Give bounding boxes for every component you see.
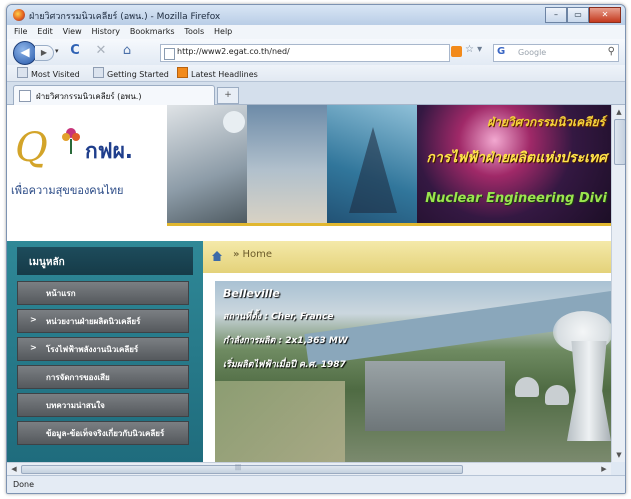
window-title: ฝ่ายวิศวกรรมนิวเคลียร์ (อพน.) - Mozilla …: [29, 12, 221, 22]
main-menu-header: เมนูหลัก: [17, 247, 193, 275]
tab-active[interactable]: ฝ่ายวิศวกรรมนิวเคลียร์ (อพน.): [13, 85, 215, 105]
reactor-dome: [545, 385, 569, 405]
plant-start-year: เริ่มผลิตไฟฟ้าเมื่อปี ค.ศ. 1987: [223, 360, 346, 370]
horizontal-scroll-thumb[interactable]: [21, 465, 463, 474]
stop-icon[interactable]: ✕: [93, 43, 109, 59]
back-button[interactable]: ◀: [13, 41, 37, 65]
page-icon: [93, 67, 104, 78]
breadcrumb: » Home: [203, 241, 611, 273]
scroll-down-arrow[interactable]: ▼: [613, 449, 625, 461]
banner-title-thai: ฝ่ายวิศวกรรมนิวเคลียร์: [487, 115, 605, 129]
bookmark-star-icon[interactable]: ☆ ▾: [465, 44, 482, 55]
menu-item-nuclear-plants[interactable]: > โรงไฟฟ้าพลังงานนิวเคลียร์: [17, 337, 189, 361]
rss-icon: [177, 67, 188, 78]
logo-org-name: กฟผ.: [85, 139, 133, 163]
menu-help[interactable]: Help: [214, 25, 232, 39]
maximize-button[interactable]: ▭: [567, 7, 589, 23]
url-text[interactable]: http://www2.egat.co.th/ned/: [177, 47, 290, 56]
forward-button[interactable]: ▶: [35, 45, 54, 61]
featured-plant-photo: Belleville สถานที่ตั้ง : Cher, France กำ…: [215, 281, 611, 462]
page-icon: [164, 48, 175, 60]
cooling-tower: [567, 341, 611, 441]
browser-window: ฝ่ายวิศวกรรมนิวเคลียร์ (อพน.) - Mozilla …: [6, 4, 626, 494]
search-input[interactable]: G Google ⚲: [493, 44, 619, 62]
plant-buildings: [365, 361, 505, 431]
tab-strip: ฝ่ายวิศวกรรมนิวเคลียร์ (อพน.) +: [7, 82, 625, 105]
banner-photo-girl: [247, 105, 327, 223]
scroll-up-arrow[interactable]: ▲: [613, 106, 625, 118]
vertical-scrollbar[interactable]: ▲ ▼: [611, 105, 625, 462]
scroll-right-arrow[interactable]: ▶: [598, 463, 610, 475]
home-icon[interactable]: [211, 250, 223, 262]
menu-file[interactable]: File: [14, 25, 27, 39]
navigation-toolbar: ◀ ▶ ▾ C ✕ ⌂ http://www2.egat.co.th/ned/ …: [7, 39, 625, 65]
bookmarks-toolbar: Most Visited Getting Started Latest Head…: [7, 65, 625, 82]
horizontal-scrollbar[interactable]: ◀ ||| ▶: [7, 462, 611, 475]
menu-history[interactable]: History: [92, 25, 120, 39]
hard-hat: [223, 111, 245, 133]
page-favicon-icon: [19, 90, 31, 102]
minimize-button[interactable]: –: [545, 7, 567, 23]
home-icon[interactable]: ⌂: [119, 43, 135, 59]
menu-bookmarks[interactable]: Bookmarks: [130, 25, 175, 39]
egat-logo[interactable]: Q กฟผ. เพื่อความสุขของคนไทย: [7, 105, 167, 241]
bookmark-latest-headlines[interactable]: Latest Headlines: [177, 67, 258, 79]
menu-edit[interactable]: Edit: [37, 25, 53, 39]
rss-feed-icon[interactable]: [451, 46, 462, 57]
menu-bar: File Edit View History Bookmarks Tools H…: [7, 25, 625, 39]
menu-item-waste-management[interactable]: การจัดการของเสีย: [17, 365, 189, 389]
menu-item-nuclear-facts[interactable]: ข้อมูล-ข้อเท็จจริงเกี่ยวกับนิวเคลียร์: [17, 421, 189, 445]
tab-label: ฝ่ายวิศวกรรมนิวเคลียร์ (อพน.): [36, 92, 142, 101]
header-banner: ฝ่ายวิศวกรรมนิวเคลียร์ การไฟฟ้าฝ่ายผลิตแ…: [167, 105, 611, 223]
main-menu: เมนูหลัก หน้าแรก > หน่วยงานฝ่ายผลิตนิวเคล…: [7, 241, 203, 462]
banner-org-thai: การไฟฟ้าฝ่ายผลิตแห่งประเทศ: [426, 150, 607, 166]
google-engine-icon[interactable]: G: [497, 46, 505, 57]
plant-location: สถานที่ตั้ง : Cher, France: [223, 312, 334, 322]
history-dropdown-icon[interactable]: ▾: [55, 47, 59, 55]
logo-slogan: เพื่อความสุขของคนไทย: [11, 184, 124, 197]
status-text: Done: [13, 480, 35, 489]
close-window-button[interactable]: ✕: [589, 7, 621, 23]
reactor-dome: [515, 377, 539, 397]
url-bar[interactable]: http://www2.egat.co.th/ned/: [160, 44, 450, 62]
reload-icon[interactable]: C: [67, 43, 83, 59]
banner-divider: [167, 223, 611, 226]
vertical-scroll-thumb[interactable]: [614, 119, 625, 165]
search-placeholder: Google: [518, 48, 547, 57]
menu-tools[interactable]: Tools: [184, 25, 204, 39]
menu-item-home[interactable]: หน้าแรก: [17, 281, 189, 305]
menu-view[interactable]: View: [63, 25, 82, 39]
search-icon[interactable]: ⚲: [608, 46, 615, 57]
bookmark-getting-started[interactable]: Getting Started: [93, 67, 169, 79]
menu-item-articles[interactable]: บทความน่าสนใจ: [17, 393, 189, 417]
breadcrumb-home[interactable]: » Home: [233, 249, 272, 260]
flower-icon: [62, 128, 80, 154]
scroll-left-arrow[interactable]: ◀: [8, 463, 20, 475]
scroll-grip-icon: |||: [235, 464, 242, 471]
plant-capacity: กำลังการผลิต : 2x1,363 MW: [223, 336, 348, 346]
bookmark-most-visited[interactable]: Most Visited: [17, 67, 80, 79]
title-bar: ฝ่ายวิศวกรรมนิวเคลียร์ (อพน.) - Mozilla …: [7, 5, 625, 25]
farm-field: [215, 381, 345, 462]
new-tab-button[interactable]: +: [217, 87, 239, 104]
status-bar: Done: [7, 475, 625, 493]
logo-q-letter: Q: [15, 125, 48, 171]
plant-name: Belleville: [223, 287, 280, 300]
power-pylon: [349, 127, 397, 213]
page-content: Q กฟผ. เพื่อความสุขของคนไทย ฝ่ายวิศวกรรม…: [7, 105, 611, 462]
menu-item-departments[interactable]: > หน่วยงานฝ่ายผลิตนิวเคลียร์: [17, 309, 189, 333]
banner-title-english: Nuclear Engineering Divi: [425, 191, 607, 206]
firefox-icon: [13, 9, 25, 21]
most-visited-icon: [17, 67, 28, 78]
